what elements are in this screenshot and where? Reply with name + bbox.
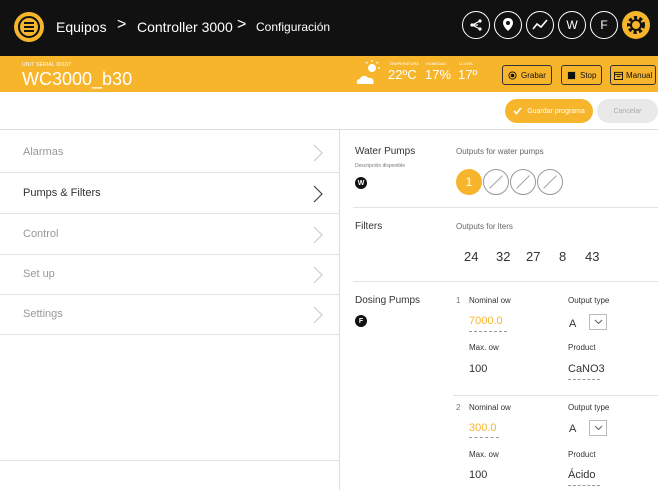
nominal-flow-input[interactable]: 300.0 bbox=[469, 422, 497, 434]
sidebar-item-alarmas[interactable]: Alarmas bbox=[0, 133, 340, 173]
temperature-label: TEMPERATURA bbox=[389, 61, 419, 66]
sidebar-item-control[interactable]: Control bbox=[0, 215, 340, 255]
max-flow-value[interactable]: 100 bbox=[469, 363, 487, 375]
menu-button[interactable] bbox=[14, 12, 44, 42]
f-badge-icon: F bbox=[355, 315, 367, 327]
output-type-label: Output type bbox=[568, 296, 610, 305]
section-divider bbox=[353, 281, 658, 282]
filter-output-value[interactable]: 24 bbox=[464, 249, 478, 264]
settings-icon[interactable] bbox=[622, 11, 650, 39]
filter-output-value[interactable]: 27 bbox=[526, 249, 540, 264]
nominal-flow-label: Nominal ow bbox=[469, 296, 511, 305]
sidebar-item-settings[interactable]: Settings bbox=[0, 295, 340, 335]
input-underline bbox=[469, 331, 507, 332]
cancel-button[interactable]: Cancelar bbox=[597, 99, 658, 123]
product-value[interactable]: CaNO3 bbox=[568, 363, 605, 375]
water-pumps-description: Descripción disponible bbox=[355, 163, 406, 169]
record-icon bbox=[508, 70, 517, 80]
rain-label: LLUVIA bbox=[459, 61, 473, 66]
dosing-entry-index: 2 bbox=[456, 403, 461, 412]
humidity-value: 17% bbox=[425, 67, 452, 82]
product-label: Product bbox=[568, 450, 596, 459]
breadcrumb-separator-icon: > bbox=[117, 16, 127, 33]
chevron-right-icon bbox=[313, 185, 323, 203]
main-content: Water Pumps Descripción disponible W Out… bbox=[341, 130, 658, 490]
stop-icon bbox=[567, 71, 576, 79]
location-icon[interactable] bbox=[494, 11, 522, 39]
sidebar-footer-divider bbox=[0, 460, 340, 461]
sidebar-item-pumps-filters[interactable]: Pumps & Filters bbox=[0, 174, 340, 214]
menu-icon bbox=[18, 16, 40, 38]
water-pump-output-3[interactable] bbox=[510, 169, 536, 195]
nav-icon-group: W F bbox=[462, 11, 650, 39]
chevron-right-icon bbox=[313, 306, 323, 324]
chart-icon[interactable] bbox=[526, 11, 554, 39]
breadcrumb-separator-icon: > bbox=[237, 16, 247, 33]
breadcrumb-configuracion: Configuración bbox=[256, 20, 331, 34]
chevron-right-icon bbox=[313, 226, 323, 244]
max-flow-label: Max. ow bbox=[469, 343, 499, 352]
water-pump-output-4[interactable] bbox=[537, 169, 563, 195]
weather-icon bbox=[356, 60, 380, 84]
sidebar-item-set-up[interactable]: Set up bbox=[0, 255, 340, 295]
filter-output-value[interactable]: 8 bbox=[559, 249, 566, 264]
check-icon bbox=[513, 107, 522, 115]
output-type-label: Output type bbox=[568, 403, 610, 412]
water-pump-output-2[interactable] bbox=[483, 169, 509, 195]
nominal-flow-label: Nominal ow bbox=[469, 403, 511, 412]
temperature-value: 22ºC bbox=[388, 67, 417, 82]
chevron-down-icon bbox=[594, 425, 602, 431]
stop-button[interactable]: Stop bbox=[561, 65, 603, 85]
filters-title: Filters bbox=[355, 221, 383, 232]
product-value[interactable]: Ácido bbox=[568, 469, 596, 481]
product-label: Product bbox=[568, 343, 596, 352]
max-flow-value[interactable]: 100 bbox=[469, 469, 487, 481]
breadcrumb-equipos[interactable]: Equipos bbox=[56, 19, 107, 35]
f-icon[interactable]: F bbox=[590, 11, 618, 39]
save-toolbar: Guardar programa Cancelar bbox=[0, 92, 658, 130]
rain-value: 17º bbox=[458, 67, 478, 82]
output-type-select[interactable] bbox=[589, 314, 607, 330]
filters-outputs-label: Outputs for lters bbox=[456, 222, 513, 231]
w-icon[interactable]: W bbox=[558, 11, 586, 39]
w-badge-icon: W bbox=[355, 177, 367, 189]
section-divider bbox=[353, 207, 658, 208]
manual-button[interactable]: Manual bbox=[610, 65, 657, 85]
humidity-label: HUMEDAD bbox=[426, 61, 447, 66]
water-pump-output-1[interactable]: 1 bbox=[456, 169, 482, 195]
record-button[interactable]: Grabar bbox=[502, 65, 552, 85]
dosing-pumps-title: Dosing Pumps bbox=[355, 295, 421, 306]
input-underline bbox=[568, 379, 600, 380]
chevron-down-icon bbox=[594, 319, 602, 325]
input-underline bbox=[568, 485, 600, 486]
water-pumps-title: Water Pumps bbox=[355, 146, 416, 157]
chevron-right-icon bbox=[313, 266, 323, 284]
unit-serial-label: UNIT SERIAL 00107 bbox=[22, 62, 72, 68]
filter-output-value[interactable]: 43 bbox=[585, 249, 599, 264]
output-type-select[interactable] bbox=[589, 420, 607, 436]
water-pumps-outputs-label: Outputs for water pumps bbox=[456, 147, 544, 156]
input-underline bbox=[469, 437, 499, 438]
max-flow-label: Max. ow bbox=[469, 450, 499, 459]
save-program-button[interactable]: Guardar programa bbox=[505, 99, 593, 123]
breadcrumb-controller[interactable]: Controller 3000 bbox=[137, 19, 233, 35]
filter-output-value[interactable]: 32 bbox=[496, 249, 510, 264]
entry-divider bbox=[453, 395, 658, 396]
unit-name: WC3000_b30 bbox=[22, 69, 133, 89]
output-type-value: A bbox=[569, 318, 577, 330]
nominal-flow-input[interactable]: 7000.0 bbox=[469, 315, 503, 327]
calendar-icon bbox=[614, 71, 623, 80]
top-navigation-bar: Equipos > Controller 3000 > Configuració… bbox=[0, 0, 658, 56]
dosing-entry-index: 1 bbox=[456, 296, 461, 305]
sidebar: Alarmas Pumps & Filters Control Set up S… bbox=[0, 130, 340, 490]
share-icon[interactable] bbox=[462, 11, 490, 39]
output-type-value: A bbox=[569, 423, 577, 435]
chevron-right-icon bbox=[313, 144, 323, 162]
unit-info-bar: UNIT SERIAL 00107 WC3000_b30 TEMPERATURA… bbox=[0, 56, 658, 92]
